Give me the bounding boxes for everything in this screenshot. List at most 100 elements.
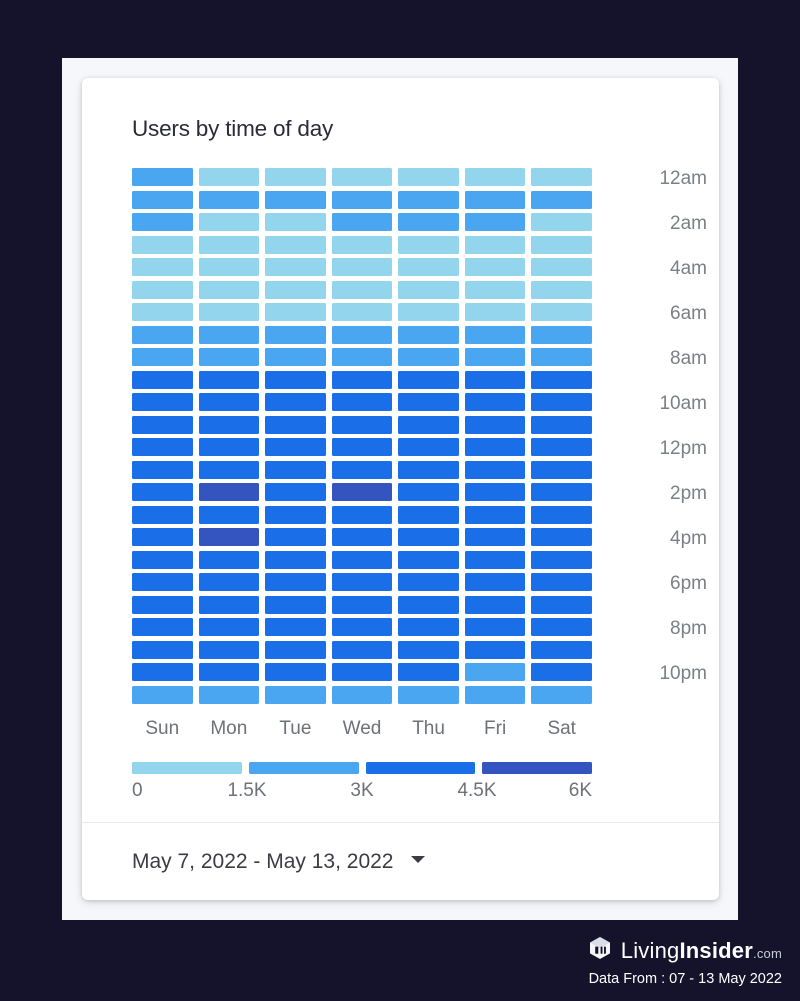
heatmap-cell[interactable] <box>531 550 592 569</box>
heatmap-cell[interactable] <box>198 168 260 186</box>
heatmap-cell[interactable] <box>265 280 326 299</box>
heatmap-cell[interactable] <box>531 258 592 276</box>
heatmap-cell[interactable] <box>531 663 592 681</box>
heatmap-cell[interactable] <box>198 573 260 591</box>
heatmap-cell[interactable] <box>398 213 459 231</box>
heatmap-cell[interactable] <box>331 460 393 479</box>
heatmap-cell[interactable] <box>464 685 526 704</box>
heatmap-cell[interactable] <box>132 663 193 681</box>
heatmap-cell[interactable] <box>132 325 193 344</box>
heatmap-cell[interactable] <box>265 348 326 366</box>
heatmap-cell[interactable] <box>132 190 193 209</box>
heatmap-cell[interactable] <box>132 550 193 569</box>
heatmap-cell[interactable] <box>265 303 326 321</box>
heatmap-cell[interactable] <box>198 505 260 524</box>
heatmap-cell[interactable] <box>531 483 592 501</box>
heatmap-cell[interactable] <box>398 235 459 254</box>
heatmap-cell[interactable] <box>331 640 393 659</box>
heatmap-cell[interactable] <box>398 348 459 366</box>
heatmap-cell[interactable] <box>531 438 592 456</box>
heatmap-cell[interactable] <box>464 618 526 636</box>
heatmap-cell[interactable] <box>265 213 326 231</box>
heatmap-cell[interactable] <box>398 415 459 434</box>
heatmap-cell[interactable] <box>265 438 326 456</box>
heatmap-cell[interactable] <box>265 325 326 344</box>
heatmap-cell[interactable] <box>531 303 592 321</box>
heatmap-cell[interactable] <box>531 505 592 524</box>
heatmap-cell[interactable] <box>398 640 459 659</box>
heatmap-cell[interactable] <box>132 685 193 704</box>
heatmap-cell[interactable] <box>398 573 459 591</box>
heatmap-cell[interactable] <box>464 393 526 411</box>
heatmap-cell[interactable] <box>464 348 526 366</box>
heatmap-cell[interactable] <box>331 168 393 186</box>
heatmap-cell[interactable] <box>331 663 393 681</box>
heatmap-cell[interactable] <box>331 438 393 456</box>
heatmap-cell[interactable] <box>464 528 526 546</box>
heatmap-cell[interactable] <box>132 393 193 411</box>
heatmap-cell[interactable] <box>132 528 193 546</box>
heatmap-cell[interactable] <box>464 303 526 321</box>
heatmap-cell[interactable] <box>398 528 459 546</box>
heatmap-cell[interactable] <box>132 483 193 501</box>
heatmap-cell[interactable] <box>132 258 193 276</box>
heatmap-cell[interactable] <box>265 550 326 569</box>
heatmap-cell[interactable] <box>398 618 459 636</box>
heatmap-cell[interactable] <box>531 595 592 614</box>
heatmap-cell[interactable] <box>132 280 193 299</box>
heatmap-cell[interactable] <box>265 640 326 659</box>
heatmap-cell[interactable] <box>398 168 459 186</box>
heatmap-cell[interactable] <box>331 595 393 614</box>
heatmap-cell[interactable] <box>464 550 526 569</box>
heatmap-cell[interactable] <box>464 460 526 479</box>
heatmap-cell[interactable] <box>331 213 393 231</box>
heatmap-cell[interactable] <box>331 528 393 546</box>
heatmap-cell[interactable] <box>531 640 592 659</box>
heatmap-cell[interactable] <box>265 483 326 501</box>
heatmap-cell[interactable] <box>265 573 326 591</box>
heatmap-cell[interactable] <box>132 595 193 614</box>
heatmap-cell[interactable] <box>464 235 526 254</box>
heatmap-cell[interactable] <box>198 303 260 321</box>
heatmap-cell[interactable] <box>198 258 260 276</box>
heatmap-cell[interactable] <box>531 685 592 704</box>
heatmap-cell[interactable] <box>198 235 260 254</box>
heatmap-cell[interactable] <box>398 550 459 569</box>
heatmap-cell[interactable] <box>132 348 193 366</box>
heatmap-cell[interactable] <box>132 505 193 524</box>
heatmap-cell[interactable] <box>531 213 592 231</box>
heatmap-cell[interactable] <box>198 415 260 434</box>
heatmap-cell[interactable] <box>331 393 393 411</box>
heatmap-cell[interactable] <box>265 415 326 434</box>
heatmap-cell[interactable] <box>265 370 326 389</box>
heatmap-cell[interactable] <box>464 595 526 614</box>
heatmap-cell[interactable] <box>398 595 459 614</box>
heatmap-cell[interactable] <box>464 640 526 659</box>
heatmap-cell[interactable] <box>531 168 592 186</box>
heatmap-cell[interactable] <box>531 325 592 344</box>
heatmap-cell[interactable] <box>531 460 592 479</box>
heatmap-cell[interactable] <box>398 258 459 276</box>
heatmap-cell[interactable] <box>132 415 193 434</box>
heatmap-cell[interactable] <box>265 460 326 479</box>
heatmap-cell[interactable] <box>398 685 459 704</box>
heatmap-cell[interactable] <box>464 213 526 231</box>
heatmap-cell[interactable] <box>464 438 526 456</box>
heatmap-cell[interactable] <box>265 505 326 524</box>
heatmap-cell[interactable] <box>132 235 193 254</box>
heatmap-cell[interactable] <box>531 573 592 591</box>
heatmap-cell[interactable] <box>398 280 459 299</box>
heatmap-cell[interactable] <box>265 595 326 614</box>
heatmap-cell[interactable] <box>531 393 592 411</box>
heatmap-cell[interactable] <box>132 460 193 479</box>
heatmap-cell[interactable] <box>198 190 260 209</box>
heatmap-cell[interactable] <box>531 348 592 366</box>
heatmap-cell[interactable] <box>331 370 393 389</box>
heatmap-cell[interactable] <box>464 190 526 209</box>
heatmap-cell[interactable] <box>198 685 260 704</box>
heatmap-cell[interactable] <box>132 213 193 231</box>
heatmap-cell[interactable] <box>132 618 193 636</box>
heatmap-cell[interactable] <box>398 370 459 389</box>
heatmap-cell[interactable] <box>198 640 260 659</box>
heatmap-cell[interactable] <box>398 325 459 344</box>
